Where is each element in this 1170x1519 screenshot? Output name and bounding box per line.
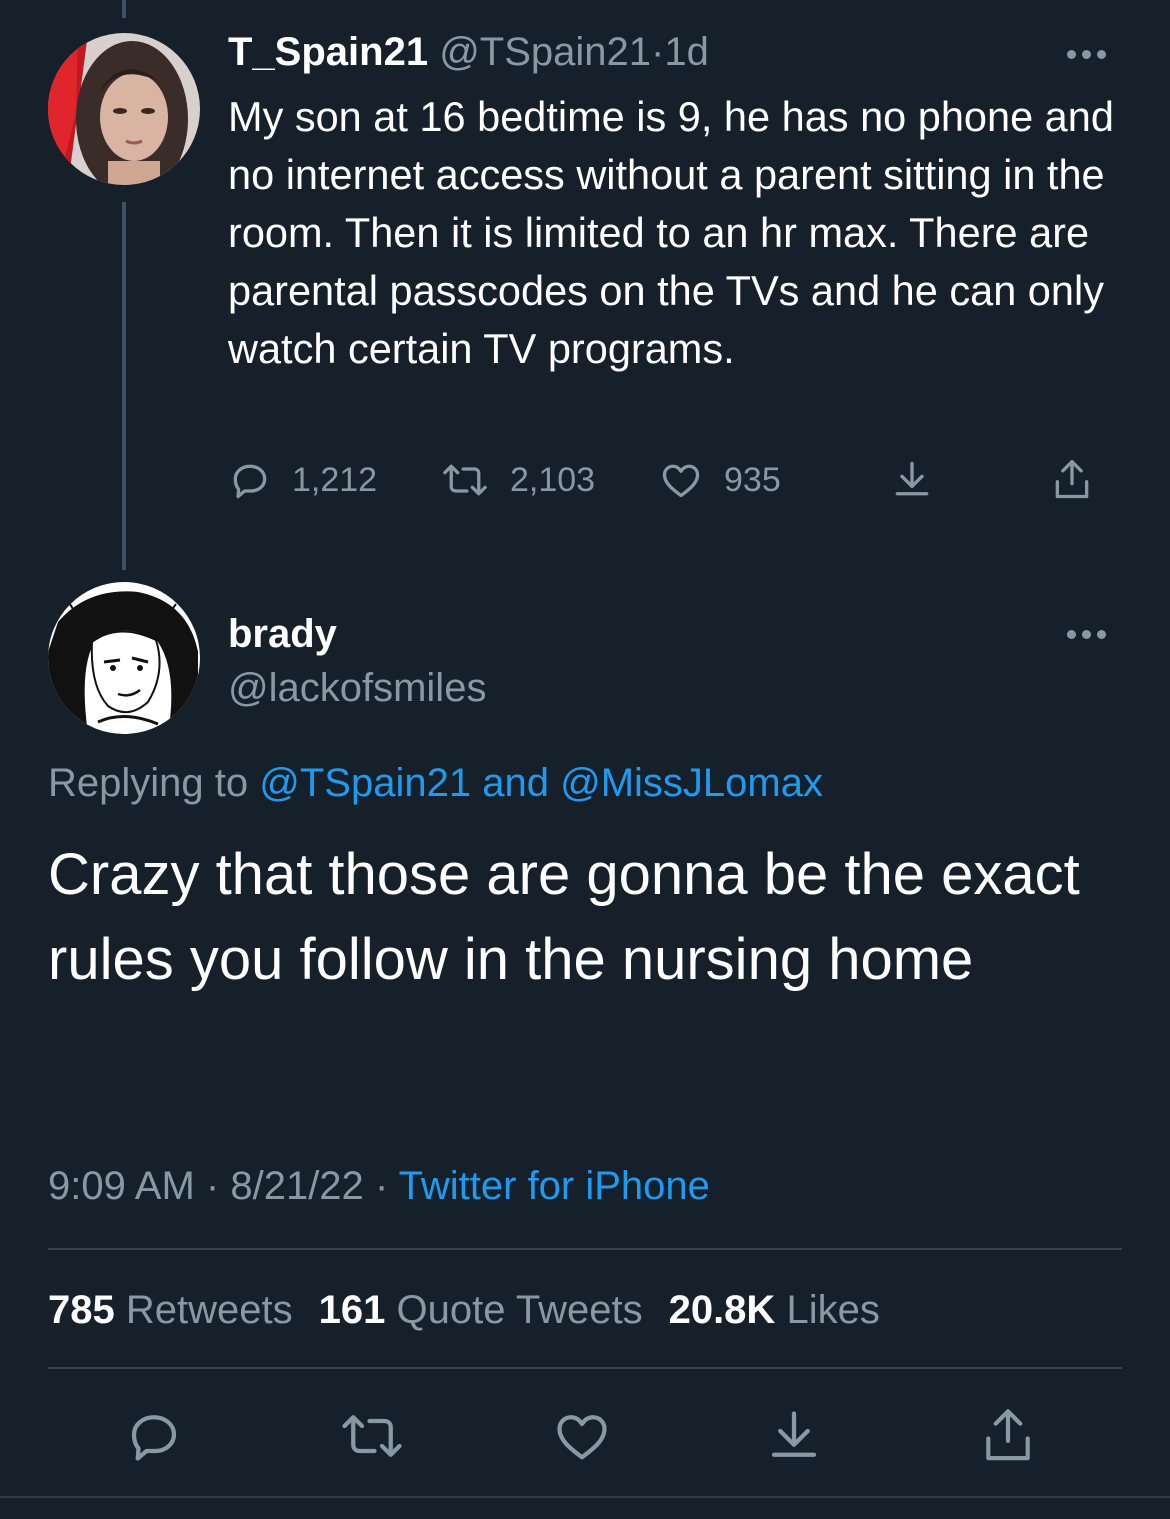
- bookmark-download-icon: [890, 458, 934, 502]
- like-count: 935: [724, 460, 781, 499]
- timestamp-separator-1: ·: [205, 1164, 220, 1208]
- reply-count: 1,212: [292, 460, 378, 499]
- thread-connector-top: [122, 0, 126, 18]
- share-button[interactable]: [970, 1400, 1046, 1476]
- replying-prefix: Replying to: [48, 761, 249, 805]
- retweets-count: 785: [48, 1288, 115, 1332]
- replying-mention-missjlomax[interactable]: @MissJLomax: [560, 761, 823, 805]
- avatar-tspain21[interactable]: [48, 33, 200, 185]
- bottom-divider: [0, 1496, 1170, 1498]
- tweet-time[interactable]: 9:09 AM: [48, 1164, 195, 1208]
- more-dots-icon[interactable]: [1054, 44, 1118, 64]
- parent-display-name[interactable]: T_Spain21: [228, 30, 428, 74]
- retweet-count: 2,103: [510, 460, 596, 499]
- tweet-source[interactable]: Twitter for iPhone: [399, 1164, 710, 1208]
- retweets-label: Retweets: [125, 1288, 293, 1332]
- bookmark-download-icon: [764, 1406, 824, 1471]
- reply-action[interactable]: 1,212: [228, 450, 377, 510]
- tweet-timestamp: 9:09 AM · 8/21/22 · Twitter for iPhone: [48, 1160, 710, 1212]
- retweet-action[interactable]: 2,103: [440, 450, 595, 510]
- likes-count: 20.8K: [668, 1288, 776, 1332]
- share-icon: [1050, 456, 1094, 504]
- parent-tweet-text: My son at 16 bedtime is 9, he has no pho…: [228, 93, 1114, 372]
- retweet-icon: [440, 458, 490, 502]
- quotes-stat[interactable]: 161 Quote Tweets: [319, 1288, 643, 1332]
- engagement-stats: 785 Retweets 161 Quote Tweets 20.8K Likes: [48, 1284, 880, 1336]
- main-tweet-header: brady: [228, 610, 337, 658]
- share-action[interactable]: [1050, 450, 1094, 510]
- avatar-brady[interactable]: [48, 582, 200, 734]
- bookmark-button[interactable]: [756, 1400, 832, 1476]
- like-action[interactable]: 935: [658, 450, 781, 510]
- reply-icon: [228, 458, 272, 502]
- replying-mention-tspain21[interactable]: @TSpain21: [259, 761, 471, 805]
- divider-top: [48, 1248, 1122, 1250]
- more-dots-icon[interactable]: [1054, 624, 1118, 644]
- share-icon: [978, 1404, 1038, 1473]
- main-display-name[interactable]: brady: [228, 612, 337, 656]
- bookmark-action[interactable]: [890, 450, 934, 510]
- replying-to: Replying to @TSpain21 and @MissJLomax: [48, 758, 823, 808]
- heart-icon: [551, 1406, 613, 1471]
- heart-icon: [658, 458, 704, 502]
- likes-label: Likes: [786, 1288, 880, 1332]
- reply-button[interactable]: [116, 1400, 192, 1476]
- tweet-date[interactable]: 8/21/22: [230, 1164, 363, 1208]
- retweet-button[interactable]: [334, 1400, 410, 1476]
- retweets-stat[interactable]: 785 Retweets: [48, 1288, 293, 1332]
- reply-icon: [124, 1406, 184, 1471]
- parent-age[interactable]: 1d: [664, 30, 709, 74]
- quotes-label: Quote Tweets: [396, 1288, 643, 1332]
- thread-connector: [122, 202, 126, 570]
- parent-tweet-header: T_Spain21 @TSpain21·1d: [228, 28, 709, 76]
- main-handle[interactable]: @lackofsmiles: [228, 664, 486, 712]
- parent-separator: ·: [651, 30, 665, 74]
- parent-actions: 1,212 2,103 935: [228, 450, 1108, 510]
- retweet-icon: [339, 1406, 405, 1471]
- replying-and[interactable]: and: [482, 761, 549, 805]
- main-tweet-text: Crazy that those are gonna be the exact …: [48, 842, 1080, 992]
- quotes-count: 161: [318, 1288, 386, 1332]
- parent-handle[interactable]: @TSpain21: [439, 30, 651, 74]
- like-button[interactable]: [544, 1400, 620, 1476]
- main-actions: [0, 1400, 1170, 1476]
- likes-stat[interactable]: 20.8K Likes: [669, 1288, 880, 1332]
- timestamp-separator-2: ·: [374, 1164, 389, 1208]
- divider-bottom: [48, 1367, 1122, 1369]
